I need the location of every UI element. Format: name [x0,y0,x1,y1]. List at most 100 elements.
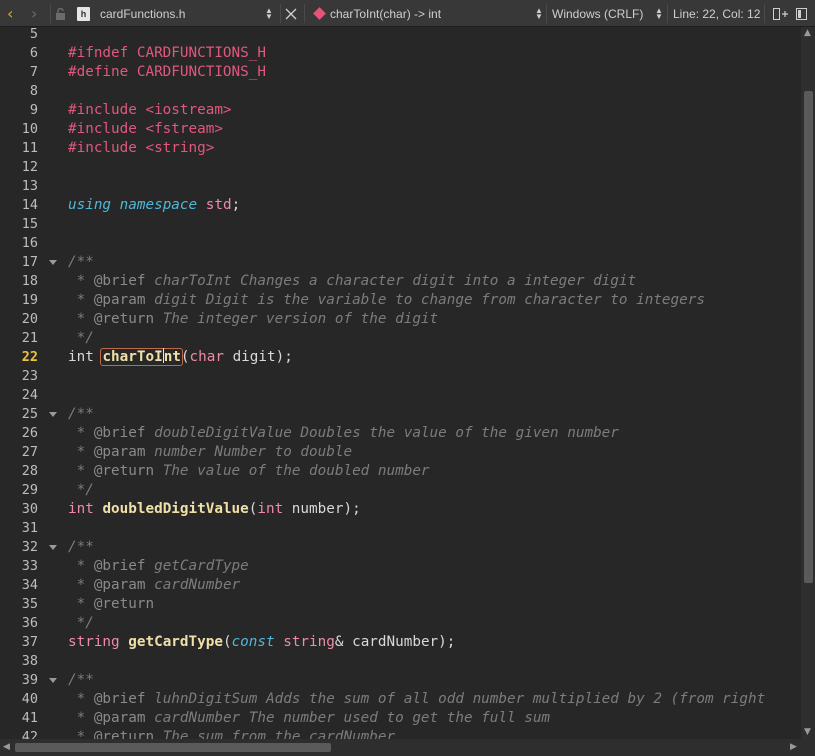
code-line[interactable]: * @param number Number to double [68,443,352,462]
code-line[interactable]: * @return The sum from the cardNumber [68,728,396,739]
line-number: 40 [21,691,38,707]
code-line[interactable]: * @return The integer version of the dig… [68,310,439,329]
code-token: * [68,577,94,593]
forward-button[interactable]: › [31,0,37,27]
horizontal-scroll-thumb[interactable] [15,743,331,752]
file-selector[interactable]: cardFunctions.h [100,0,185,27]
code-line[interactable]: */ [68,329,94,348]
code-line[interactable]: * @brief getCardType [68,557,249,576]
code-token: nt [163,349,181,365]
code-line[interactable]: */ [68,614,94,633]
code-line[interactable]: int doubledDigitValue(int number); [68,500,361,519]
symbol-selector[interactable]: charToInt(char) -> int [330,0,441,27]
code-line[interactable]: /** [68,405,94,424]
code-token: charToInt Changes a character digit into… [145,273,637,289]
code-token: @return [93,729,155,739]
code-token: luhnDigitSum Adds the sum of all odd num… [145,691,766,707]
scroll-right-icon[interactable]: ▶ [790,742,797,752]
fold-toggle-icon[interactable] [49,412,57,417]
code-line[interactable]: string getCardType(const string& cardNum… [68,633,455,652]
line-ending: Windows (CRLF) [552,6,644,21]
bookmark-icon [313,0,326,27]
line-number: 32 [21,539,38,555]
code-line[interactable]: * @return The value of the doubled numbe… [68,462,430,481]
line-ending-selector[interactable]: Windows (CRLF) [552,0,643,27]
code-line[interactable]: int charToInt(char digit); [68,348,293,367]
current-symbol: charToInt(char) -> int [330,6,442,21]
vertical-scrollbar[interactable]: ▲ ▼ [801,27,815,739]
code-line[interactable]: #include <string> [68,139,214,158]
lock-icon [55,0,66,27]
code-token: */ [68,615,94,631]
line-number-gutter: 5 6 7 8 9 10 11 12 13 14 15 16 17 18 19 20 21 22 23 24 25 26 2… [0,27,62,739]
scroll-up-icon[interactable]: ▲ [804,28,811,38]
close-file-button[interactable] [285,0,297,27]
line-number: 20 [21,311,38,327]
code-token: char [189,349,224,365]
scroll-left-icon[interactable]: ◀ [3,742,10,752]
code-token: #include <iostream> [68,102,232,118]
code-line[interactable]: * @brief charToInt Changes a character d… [68,272,637,291]
code-token: * [68,425,94,441]
code-token: * [68,729,94,739]
code-token: number Number to double [145,444,353,460]
code-token: /** [68,254,94,270]
code-token: int [68,349,103,365]
line-ending-arrows[interactable]: ▲ ▼ [655,0,663,27]
symbol-selector-arrows[interactable]: ▲ ▼ [535,0,543,27]
toggle-panel-button[interactable] [796,0,807,27]
line-number: 14 [21,197,38,213]
cursor-position[interactable]: Line: 22, Col: 12 [673,0,760,27]
code-line[interactable]: /** [68,538,94,557]
code-line[interactable]: * @return [68,595,155,614]
code-line[interactable]: * @brief doubleDigitValue Doubles the va… [68,424,619,443]
code-line[interactable]: #include <iostream> [68,101,232,120]
code-line[interactable]: #define CARDFUNCTIONS_H [68,63,266,82]
code-token: */ [68,330,94,346]
code-token: doubleDigitValue Doubles the value of th… [145,425,619,441]
code-token: & cardNumber); [334,634,456,650]
code-line[interactable]: */ [68,481,94,500]
code-token: * [68,444,94,460]
file-name: cardFunctions.h [100,6,186,21]
split-editor-icon [773,7,788,20]
code-line[interactable]: * @param cardNumber The number used to g… [68,709,550,728]
line-number: 42 [21,729,38,739]
code-line[interactable]: #include <fstream> [68,120,223,139]
code-editor[interactable]: 5 6 7 8 9 10 11 12 13 14 15 16 17 18 19 20 21 22 23 24 25 26 2… [0,27,801,739]
fold-toggle-icon[interactable] [49,678,57,683]
fold-toggle-icon[interactable] [49,260,57,265]
toolbar-divider [304,4,305,23]
code-line[interactable]: * @param cardNumber [68,576,241,595]
split-editor-button[interactable] [773,0,788,27]
scroll-down-icon[interactable]: ▼ [804,727,811,737]
code-token: The integer version of the digit [154,311,439,327]
line-number: 31 [21,520,38,536]
horizontal-scrollbar[interactable]: ◀ ▶ [0,739,815,756]
file-type-icon: h [77,0,90,27]
code-line[interactable]: /** [68,671,94,690]
vertical-scroll-thumb[interactable] [804,91,813,583]
code-token: cardNumber [145,577,241,593]
symbol-highlight: charToInt [100,348,183,366]
code-line[interactable]: using namespace std; [68,196,240,215]
code-line[interactable]: * @brief luhnDigitSum Adds the sum of al… [68,690,766,709]
chevron-right-icon: › [31,4,38,23]
code-token: using [68,197,112,213]
line-number: 23 [21,368,38,384]
code-token: @brief [93,558,146,574]
file-selector-arrows[interactable]: ▲ ▼ [265,0,273,27]
code-token: The sum from the cardNumber [154,729,396,739]
line-number: 38 [21,653,38,669]
line-number: 18 [21,273,38,289]
code-line[interactable]: * @param digit Digit is the variable to … [68,291,705,310]
code-line[interactable]: #ifndef CARDFUNCTIONS_H [68,44,266,63]
code-token: getCardType [145,558,249,574]
fold-toggle-icon[interactable] [49,545,57,550]
back-button[interactable]: ‹ [7,0,13,27]
code-line[interactable]: /** [68,253,94,272]
line-number: 12 [21,159,38,175]
toolbar-divider [667,4,668,23]
